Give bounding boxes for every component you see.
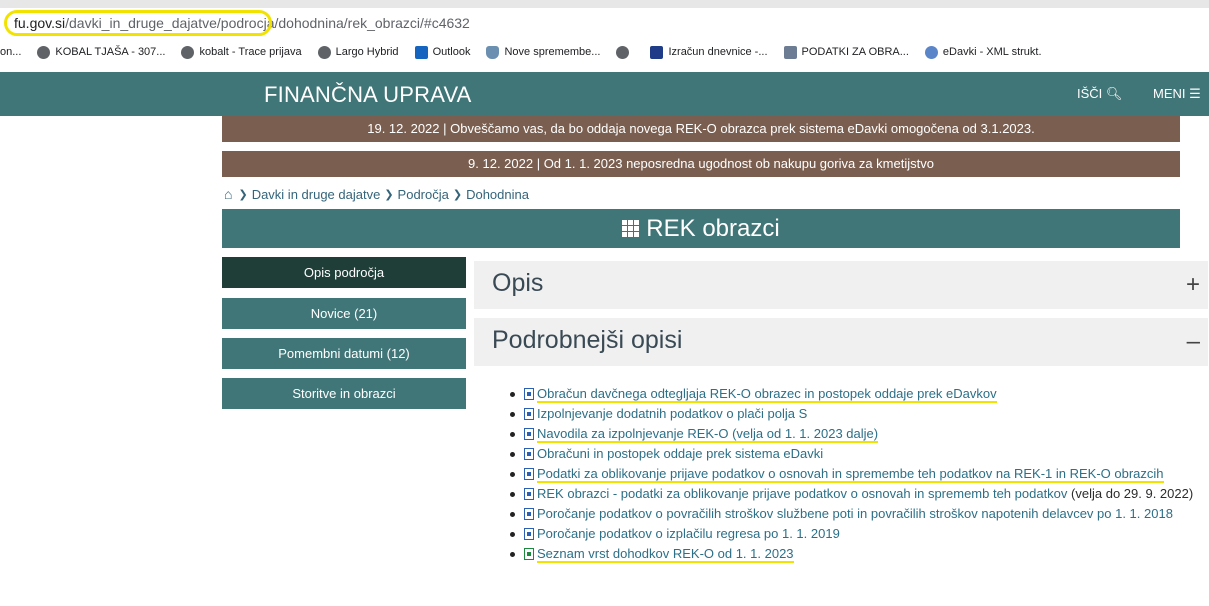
sidebar-item-opis-podrocja[interactable]: Opis področja [222,257,466,288]
list-item: Seznam vrst dohodkov REK-O od 1. 1. 2023 [510,544,1200,564]
word-doc-icon [524,408,534,420]
word-doc-icon [524,508,534,520]
document-link[interactable]: Podatki za oblikovanje prijave podatkov … [537,466,1164,483]
sidebar-item-storitve-in-obrazci[interactable]: Storitve in obrazci [222,378,466,409]
expand-icon[interactable]: + [1186,271,1200,299]
word-doc-icon [524,388,534,400]
sidebar-item-pomembni-datumi[interactable]: Pomembni datumi (12) [222,338,466,369]
list-item: Podatki za oblikovanje prijave podatkov … [510,464,1200,484]
accordion-title: Podrobnejši opisi [492,326,683,354]
breadcrumb-link[interactable]: Davki in druge dajatve [252,187,381,202]
globe-icon [616,45,630,59]
list-item: Navodila za izpolnjevanje REK-O (velja o… [510,424,1200,444]
document-link[interactable]: Poročanje podatkov o povračilih stroškov… [537,506,1173,521]
chevron-right-icon: ❯ [452,188,463,201]
news-banner[interactable]: 19. 12. 2022 | Obveščamo vas, da bo odda… [222,116,1180,142]
news-banner[interactable]: 9. 12. 2022 | Od 1. 1. 2023 neposredna u… [222,151,1180,177]
menu-button[interactable]: MENI ☰ [1153,86,1201,102]
document-link[interactable]: Izpolnjevanje dodatnih podatkov o plači … [537,406,807,421]
edavki-icon [924,45,938,59]
collapse-icon[interactable]: – [1187,328,1200,356]
image-icon [783,45,797,59]
bookmark-item[interactable]: Largo Hybrid [317,45,399,59]
shield-icon [486,45,500,59]
yellow-highlight-oval [4,10,272,36]
bookmark-item[interactable]: Nove spremembe... [486,45,600,59]
breadcrumb: ⌂ ❯ Davki in druge dajatve ❯ Področja ❯ … [224,186,529,202]
browser-address-bar: i fu.gov.si/davki_in_druge_dajatve/podro… [0,0,1209,38]
accordion-title: Opis [492,269,544,297]
grid-icon [622,220,641,238]
list-item: Obračun davčnega odtegljaja REK-O obraze… [510,384,1200,404]
bookmark-item[interactable]: kobalt - Trace prijava [181,45,302,59]
word-doc-icon [524,468,534,480]
window-top-strip [0,0,1209,8]
bookmark-item[interactable]: Izračun dnevnice -... [650,45,768,59]
list-item: Obračuni in postopek oddaje prek sistema… [510,444,1200,464]
page-title-bar: REK obrazci [222,209,1180,248]
bookmark-item[interactable]: Outlook [414,45,470,59]
list-item: REK obrazci - podatki za oblikovanje pri… [510,484,1200,504]
document-link[interactable]: Obračuni in postopek oddaje prek sistema… [537,446,823,461]
search-button[interactable]: IŠČI 🔍︎ [1077,86,1122,102]
list-item: Izpolnjevanje dodatnih podatkov o plači … [510,404,1200,424]
bookmarks-bar: on... KOBAL TJAŠA - 307... kobalt - Trac… [0,40,1209,64]
list-item: Poročanje podatkov o povračilih stroškov… [510,504,1200,524]
breadcrumb-link[interactable]: Dohodnina [466,187,529,202]
outlook-icon [414,45,428,59]
accordion-opis[interactable]: Opis + [474,261,1208,309]
document-link[interactable]: Poročanje podatkov o izplačilu regresa p… [537,526,840,541]
bookmark-item[interactable]: KOBAL TJAŠA - 307... [37,45,165,59]
document-link[interactable]: Obračun davčnega odtegljaja REK-O obraze… [537,386,997,403]
site-logo-title[interactable]: FINANČNA UPRAVA [264,82,472,108]
search-icon: 🔍︎ [1105,86,1123,101]
home-icon[interactable]: ⌂ [224,186,232,202]
site-header: FINANČNA UPRAVA IŠČI 🔍︎ MENI ☰ [0,72,1209,116]
excel-doc-icon [524,548,534,560]
globe-icon [317,45,331,59]
bookmark-item[interactable]: PODATKI ZA OBRA... [783,45,909,59]
breadcrumb-link[interactable]: Področja [398,187,449,202]
document-list: Obračun davčnega odtegljaja REK-O obraze… [510,384,1200,564]
page-title: REK obrazci [646,215,780,242]
word-doc-icon [524,428,534,440]
document-link[interactable]: REK obrazci - podatki za oblikovanje pri… [537,486,1067,501]
app-icon [650,45,664,59]
word-doc-icon [524,528,534,540]
bookmark-item[interactable]: eDavki - XML strukt. [924,45,1042,59]
validity-note: (velja do 29. 9. 2022) [1067,486,1194,501]
hamburger-icon: ☰ [1189,86,1201,101]
document-link[interactable]: Seznam vrst dohodkov REK-O od 1. 1. 2023 [537,546,794,563]
sidebar-item-novice[interactable]: Novice (21) [222,298,466,329]
globe-icon [181,45,195,59]
list-item: Poročanje podatkov o izplačilu regresa p… [510,524,1200,544]
document-link[interactable]: Navodila za izpolnjevanje REK-O (velja o… [537,426,879,443]
word-doc-icon [524,448,534,460]
chevron-right-icon: ❯ [384,188,394,201]
globe-icon [37,45,51,59]
accordion-podrobnejsi-opisi[interactable]: Podrobnejši opisi – [474,318,1208,366]
word-doc-icon [524,488,534,500]
bookmark-item[interactable] [616,45,634,59]
bookmark-item[interactable]: on... [0,46,21,58]
chevron-right-icon: ❯ [238,188,248,201]
